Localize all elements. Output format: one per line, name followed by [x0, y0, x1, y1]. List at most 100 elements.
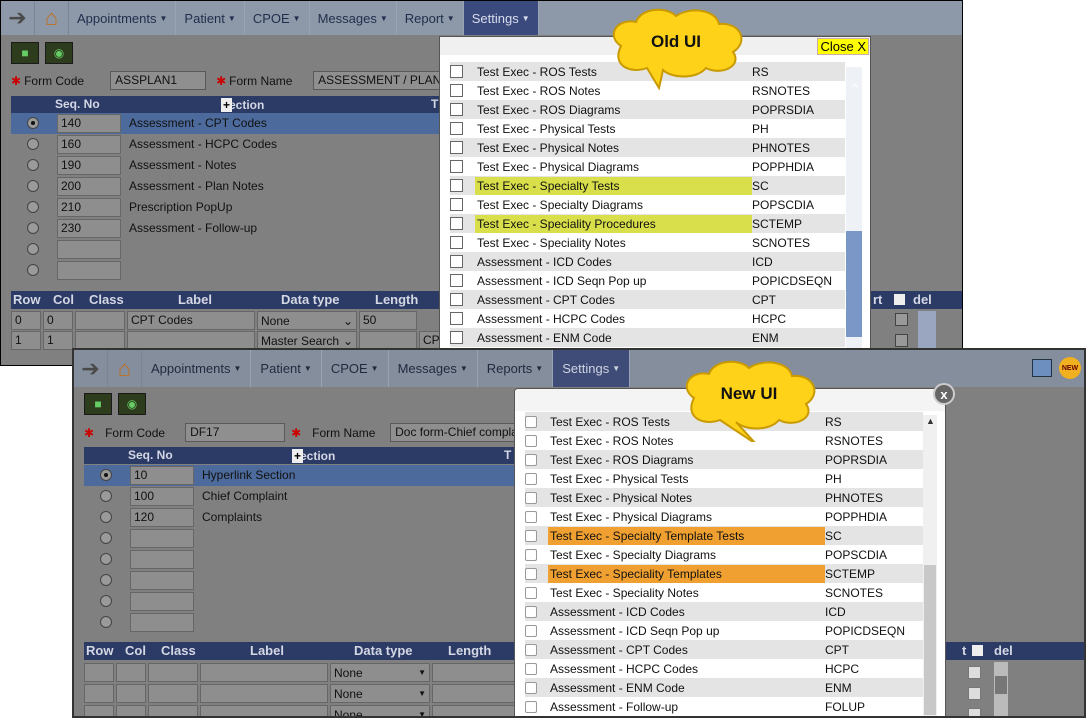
section-row[interactable]: 140 Assessment - CPT Codes: [11, 113, 439, 134]
row-cell[interactable]: [84, 705, 114, 716]
row-checkbox[interactable]: [450, 217, 463, 230]
row-checkbox[interactable]: [450, 103, 463, 116]
fields-scrollbar[interactable]: [994, 662, 1008, 716]
seq-input[interactable]: 210: [57, 198, 121, 217]
select-all-checkbox[interactable]: [972, 645, 983, 656]
row-radio[interactable]: [27, 264, 39, 276]
scroll-up-icon[interactable]: ▲: [926, 416, 935, 426]
datatype-select[interactable]: None ▼: [330, 684, 430, 703]
row-checkbox[interactable]: [525, 510, 537, 523]
datatype-select[interactable]: None ⌄: [257, 311, 357, 330]
new-nav-reports[interactable]: Reports ▼: [478, 350, 554, 387]
new-document-icon[interactable]: ■: [84, 393, 112, 415]
scroll-up-icon[interactable]: ⌃: [849, 81, 861, 98]
old-nav-settings[interactable]: Settings ▼: [463, 1, 539, 35]
row-radio[interactable]: [100, 553, 112, 565]
seq-input[interactable]: 10: [130, 466, 194, 485]
del-checkbox[interactable]: [968, 708, 981, 716]
popup-row[interactable]: Test Exec - Specialty Diagrams POPSCDIA: [525, 545, 923, 564]
col-cell[interactable]: [116, 663, 146, 682]
seq-input[interactable]: 160: [57, 135, 121, 154]
row-radio[interactable]: [27, 138, 39, 150]
arrow-right-icon[interactable]: ➔: [74, 350, 108, 387]
row-radio[interactable]: [100, 511, 112, 523]
row-checkbox[interactable]: [525, 662, 537, 675]
row-radio[interactable]: [27, 117, 39, 129]
popup-row[interactable]: Test Exec - Physical Tests PH: [525, 469, 923, 488]
del-checkbox[interactable]: [895, 334, 908, 347]
seq-input[interactable]: [130, 529, 194, 548]
seq-input[interactable]: [130, 550, 194, 569]
label-cell[interactable]: CPT Codes: [127, 311, 255, 330]
col-cell[interactable]: [116, 705, 146, 716]
new-badge-icon[interactable]: NEW: [1059, 357, 1081, 379]
row-checkbox[interactable]: [450, 65, 463, 78]
fields-scrollbar[interactable]: [918, 311, 936, 351]
section-row[interactable]: [84, 591, 514, 612]
seq-input[interactable]: [130, 592, 194, 611]
popup-scrollbar[interactable]: ▲: [923, 415, 937, 716]
new-nav-settings[interactable]: Settings ▼: [553, 350, 631, 387]
section-row[interactable]: 230 Assessment - Follow-up: [11, 218, 439, 239]
popup-row[interactable]: Assessment - ICD Codes ICD: [450, 252, 845, 271]
popup-row[interactable]: Test Exec - ROS Diagrams POPRSDIA: [525, 450, 923, 469]
popup-row[interactable]: Test Exec - Physical Diagrams POPPHDIA: [525, 507, 923, 526]
popup-row[interactable]: Assessment - ICD Seqn Pop up POPICDSEQN: [525, 621, 923, 640]
popup-row[interactable]: Test Exec - Speciality Notes SCNOTES: [450, 233, 845, 252]
popup-row[interactable]: Assessment - ENM Code ENM: [450, 328, 845, 347]
row-checkbox[interactable]: [525, 415, 537, 428]
old-nav-cpoe[interactable]: CPOE ▼: [245, 1, 310, 35]
label-cell[interactable]: [200, 684, 328, 703]
popup-row[interactable]: Assessment - ICD Codes ICD: [525, 602, 923, 621]
row-radio[interactable]: [100, 532, 112, 544]
calendar-export-icon[interactable]: [1032, 359, 1052, 377]
row-checkbox[interactable]: [525, 643, 537, 656]
row-checkbox[interactable]: [450, 255, 463, 268]
popup-row[interactable]: Assessment - ENM Code ENM: [525, 678, 923, 697]
section-row[interactable]: [84, 570, 514, 591]
section-row[interactable]: 160 Assessment - HCPC Codes: [11, 134, 439, 155]
del-checkbox[interactable]: [895, 313, 908, 326]
col-cell[interactable]: 1: [43, 331, 73, 350]
old-nav-report[interactable]: Report ▼: [397, 1, 464, 35]
row-checkbox[interactable]: [450, 84, 463, 97]
popup-row[interactable]: Test Exec - Physical Notes PHNOTES: [525, 488, 923, 507]
section-row[interactable]: 120 Complaints: [84, 507, 514, 528]
row-checkbox[interactable]: [525, 605, 537, 618]
popup-row[interactable]: Test Exec - ROS Diagrams POPRSDIA: [450, 100, 845, 119]
row-checkbox[interactable]: [525, 548, 537, 561]
section-row[interactable]: 200 Assessment - Plan Notes: [11, 176, 439, 197]
section-row[interactable]: 100 Chief Complaint: [84, 486, 514, 507]
row-checkbox[interactable]: [450, 312, 463, 325]
class-cell[interactable]: [148, 705, 198, 716]
row-cell[interactable]: 1: [11, 331, 41, 350]
close-button[interactable]: x: [933, 383, 955, 405]
row-checkbox[interactable]: [525, 681, 537, 694]
arrow-right-icon[interactable]: ➔: [1, 1, 35, 35]
row-radio[interactable]: [100, 469, 112, 481]
length-cell[interactable]: [432, 663, 518, 682]
row-checkbox[interactable]: [450, 274, 463, 287]
close-button[interactable]: Close X: [817, 38, 869, 55]
label-cell[interactable]: [200, 705, 328, 716]
scroll-thumb[interactable]: [995, 676, 1007, 694]
row-radio[interactable]: [100, 595, 112, 607]
form-name-input[interactable]: Doc form-Chief complain: [390, 423, 531, 442]
new-nav-messages[interactable]: Messages ▼: [389, 350, 478, 387]
home-icon[interactable]: ⌂: [108, 350, 142, 387]
col-cell[interactable]: 0: [43, 311, 73, 330]
seq-input[interactable]: [57, 261, 121, 280]
seq-input[interactable]: 200: [57, 177, 121, 196]
seq-input[interactable]: [130, 571, 194, 590]
form-code-input[interactable]: DF17: [185, 423, 286, 442]
row-radio[interactable]: [27, 159, 39, 171]
row-radio[interactable]: [27, 201, 39, 213]
class-cell[interactable]: [148, 684, 198, 703]
add-section-icon[interactable]: +: [221, 98, 233, 112]
popup-row[interactable]: Test Exec - Specialty Template Tests SC: [525, 526, 923, 545]
popup-row[interactable]: Test Exec - Speciality Notes SCNOTES: [525, 583, 923, 602]
row-checkbox[interactable]: [525, 586, 537, 599]
row-checkbox[interactable]: [450, 293, 463, 306]
row-checkbox[interactable]: [450, 331, 463, 344]
seq-input[interactable]: 140: [57, 114, 121, 133]
